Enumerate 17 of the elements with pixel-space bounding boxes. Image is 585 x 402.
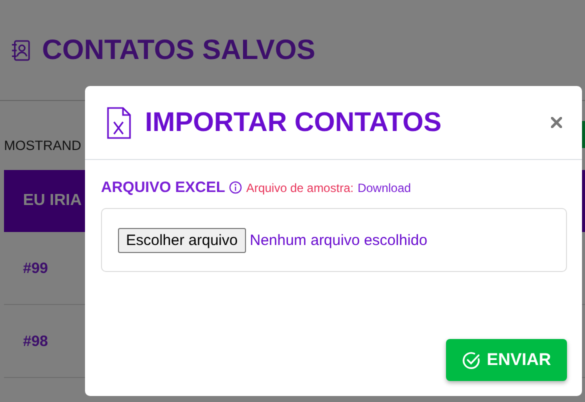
close-icon[interactable] xyxy=(551,117,562,128)
file-input-field[interactable]: Escolher arquivo Nenhum arquivo escolhido xyxy=(101,208,567,272)
showing-label: MOSTRAND xyxy=(3,138,82,152)
info-icon xyxy=(229,181,242,194)
check-circle-icon xyxy=(462,350,481,370)
sample-file-text: Arquivo de amostra: xyxy=(246,180,354,194)
choose-file-button[interactable]: Escolher arquivo xyxy=(118,228,246,252)
table-cell: #99 xyxy=(23,260,48,276)
excel-file-icon xyxy=(107,106,131,138)
contact-book-icon xyxy=(11,40,30,60)
download-link[interactable]: Download xyxy=(358,180,411,194)
field-label: ARQUIVO EXCEL xyxy=(101,179,226,196)
column-header: EU IRIA xyxy=(23,192,82,210)
modal-title: IMPORTAR CONTATOS xyxy=(145,107,442,138)
table-cell: #98 xyxy=(23,332,48,350)
page-title: CONTATOS SALVOS xyxy=(42,34,316,66)
file-status: Nenhum arquivo escolhido xyxy=(250,232,428,248)
